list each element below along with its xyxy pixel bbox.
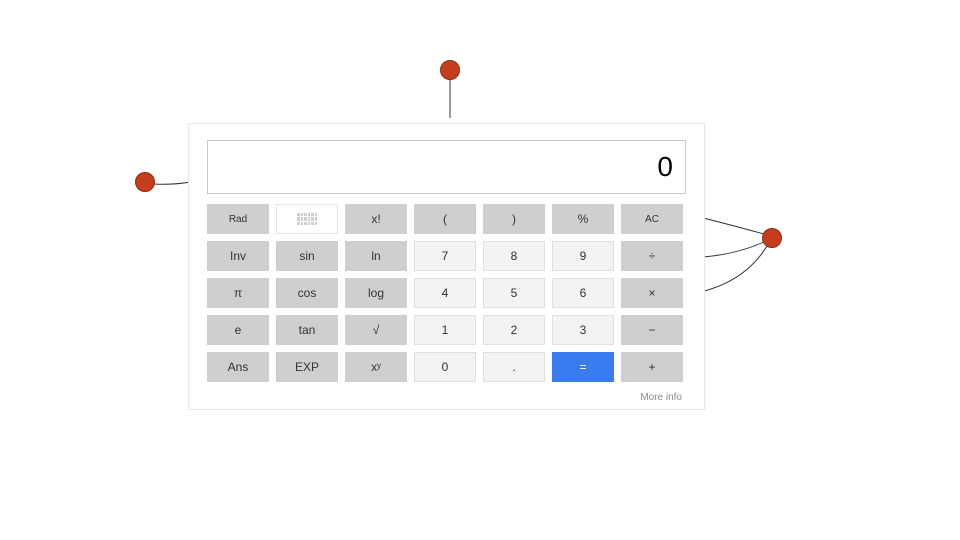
dot-button[interactable]: . <box>483 352 545 382</box>
digit-0-button[interactable]: 0 <box>414 352 476 382</box>
ac-button[interactable]: AC <box>621 204 683 234</box>
sin-button[interactable]: sin <box>276 241 338 271</box>
calc-display: 0 <box>207 140 686 194</box>
calculator-card: 0 Rad x! ( ) % AC Inv sin ln 7 8 9 ÷ π c… <box>188 123 705 410</box>
rparen-button[interactable]: ) <box>483 204 545 234</box>
e-button[interactable]: e <box>207 315 269 345</box>
deg-toggle-button[interactable] <box>276 204 338 234</box>
digit-5-button[interactable]: 5 <box>483 278 545 308</box>
ans-button[interactable]: Ans <box>207 352 269 382</box>
digit-6-button[interactable]: 6 <box>552 278 614 308</box>
equals-button[interactable]: = <box>552 352 614 382</box>
digit-4-button[interactable]: 4 <box>414 278 476 308</box>
inv-button[interactable]: Inv <box>207 241 269 271</box>
pow-button[interactable]: xʸ <box>345 352 407 382</box>
digit-8-button[interactable]: 8 <box>483 241 545 271</box>
digit-9-button[interactable]: 9 <box>552 241 614 271</box>
tan-button[interactable]: tan <box>276 315 338 345</box>
minus-button[interactable]: − <box>621 315 683 345</box>
ln-button[interactable]: ln <box>345 241 407 271</box>
digit-3-button[interactable]: 3 <box>552 315 614 345</box>
multiply-button[interactable]: × <box>621 278 683 308</box>
sqrt-button[interactable]: √ <box>345 315 407 345</box>
digit-1-button[interactable]: 1 <box>414 315 476 345</box>
annotation-dot-top <box>440 60 460 80</box>
grid-icon <box>297 213 317 225</box>
pi-button[interactable]: π <box>207 278 269 308</box>
plus-button[interactable]: + <box>621 352 683 382</box>
cos-button[interactable]: cos <box>276 278 338 308</box>
percent-button[interactable]: % <box>552 204 614 234</box>
exp-button[interactable]: EXP <box>276 352 338 382</box>
lparen-button[interactable]: ( <box>414 204 476 234</box>
calc-footer: More info <box>207 388 686 409</box>
digit-7-button[interactable]: 7 <box>414 241 476 271</box>
calc-button-grid: Rad x! ( ) % AC Inv sin ln 7 8 9 ÷ π cos… <box>207 204 686 382</box>
digit-2-button[interactable]: 2 <box>483 315 545 345</box>
log-button[interactable]: log <box>345 278 407 308</box>
annotation-dot-right <box>762 228 782 248</box>
calc-display-value: 0 <box>657 151 673 183</box>
divide-button[interactable]: ÷ <box>621 241 683 271</box>
rad-button[interactable]: Rad <box>207 204 269 234</box>
more-info-link[interactable]: More info <box>640 392 682 403</box>
annotation-dot-left <box>135 172 155 192</box>
factorial-button[interactable]: x! <box>345 204 407 234</box>
